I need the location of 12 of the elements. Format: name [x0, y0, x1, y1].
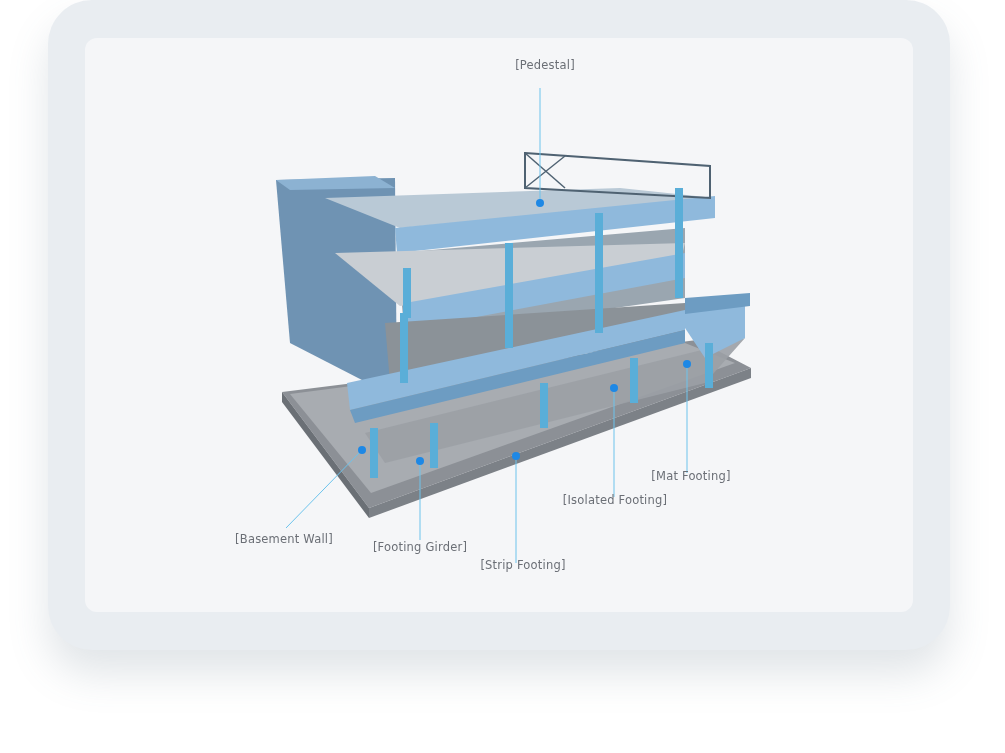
marker-dot	[536, 199, 544, 207]
marker-dot	[610, 384, 618, 392]
callout-label: [Footing Girder]	[372, 540, 468, 554]
callout-label: [Isolated Footing]	[562, 493, 668, 507]
callout-label: [Strip Footing]	[480, 558, 566, 572]
marker-dot	[358, 446, 366, 454]
callout-label: [Pedestal]	[515, 58, 575, 72]
marker-dot	[416, 457, 424, 465]
callout-label: [Mat Footing]	[651, 469, 731, 483]
marker-dot	[683, 360, 691, 368]
callout-label: [Basement Wall]	[235, 532, 333, 546]
marker-dot	[512, 452, 520, 460]
